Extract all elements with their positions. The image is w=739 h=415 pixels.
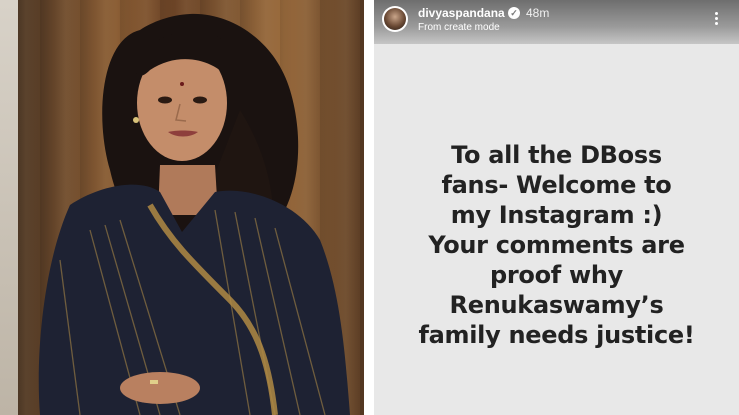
panel-divider [364, 0, 374, 415]
username[interactable]: divyaspandana [418, 6, 505, 20]
story-line: To all the DBoss [451, 141, 662, 169]
story-line: my Instagram :) [450, 201, 663, 229]
verified-badge-icon: ✓ [508, 7, 520, 19]
story-line: Your comments are [428, 231, 685, 259]
story-message: To all the DBoss fans- Welcome to my Ins… [388, 140, 725, 350]
instagram-story: divyaspandana ✓ 48m From create mode To … [374, 0, 739, 415]
story-line: fans- Welcome to [441, 171, 672, 199]
profile-avatar[interactable] [382, 6, 408, 32]
avatar-image [384, 8, 406, 30]
story-line: proof why [490, 261, 623, 289]
more-vertical-icon[interactable] [711, 10, 721, 28]
story-header: divyaspandana ✓ 48m From create mode [374, 0, 739, 44]
post-time: 48m [526, 6, 550, 20]
story-line: family needs justice! [418, 321, 695, 349]
story-line: Renukaswamy’s [449, 291, 664, 319]
portrait-figure [38, 13, 350, 415]
story-subtitle: From create mode [418, 22, 500, 33]
portrait-photo [0, 0, 364, 415]
